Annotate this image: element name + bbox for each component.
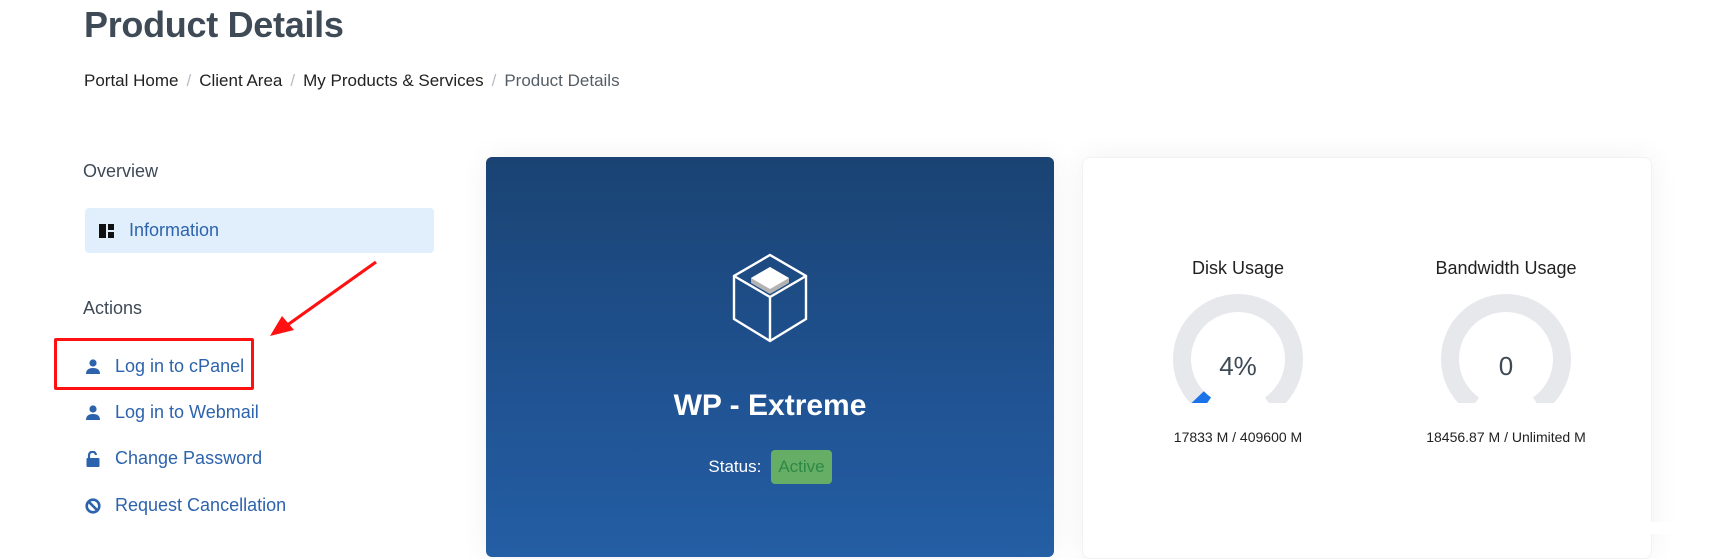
page-title: Product Details <box>84 4 344 45</box>
action-change-password[interactable]: Change Password <box>85 448 262 469</box>
sidebar-item-label: Information <box>129 220 220 240</box>
breadcrumb-separator: / <box>186 71 192 90</box>
action-request-cancellation[interactable]: Request Cancellation <box>85 495 286 516</box>
bandwidth-gauge-chart <box>1441 294 1571 403</box>
disk-usage-title: Disk Usage <box>1191 258 1285 278</box>
disk-gauge-chart <box>1173 294 1303 403</box>
breadcrumb-product-details: Product Details <box>504 71 620 90</box>
bandwidth-usage-gauge: Bandwidth Usage 0 18456.87 M / Unlimited… <box>1386 258 1626 445</box>
cube-icon <box>732 253 808 343</box>
breadcrumb-separator: / <box>290 71 296 90</box>
bandwidth-usage-detail: 18456.87 M / Unlimited M <box>1426 429 1586 445</box>
bottom-panel-edge <box>1420 522 1709 534</box>
action-label: Log in to Webmail <box>115 402 259 422</box>
breadcrumb: Portal Home / Client Area / My Products … <box>84 71 620 91</box>
breadcrumb-client-area[interactable]: Client Area <box>199 71 282 91</box>
actions-heading: Actions <box>83 298 143 318</box>
status-row: Status: Active <box>486 450 1054 484</box>
overview-heading: Overview <box>83 161 159 181</box>
product-card: WP - Extreme Status: Active <box>486 157 1054 557</box>
disk-usage-detail: 17833 M / 409600 M <box>1173 429 1303 445</box>
bandwidth-usage-value: 0 <box>1498 351 1514 381</box>
dashboard-icon <box>99 223 115 239</box>
breadcrumb-separator: / <box>491 71 497 90</box>
annotation-highlight-box <box>54 338 254 390</box>
status-label: Status: <box>708 457 762 476</box>
ban-icon <box>85 497 101 514</box>
product-name: WP - Extreme <box>673 389 867 422</box>
user-icon <box>85 404 101 421</box>
action-label: Request Cancellation <box>115 495 287 515</box>
breadcrumb-my-products[interactable]: My Products & Services <box>303 71 483 91</box>
disk-usage-gauge: Disk Usage 4% 17833 M / 409600 M <box>1118 258 1358 445</box>
usage-card: Disk Usage 4% 17833 M / 409600 M Bandwid… <box>1082 157 1652 559</box>
disk-usage-value: 4% <box>1219 351 1257 381</box>
unlock-icon <box>85 450 101 467</box>
breadcrumb-portal-home[interactable]: Portal Home <box>84 71 178 91</box>
status-badge: Active <box>771 450 832 484</box>
annotation-arrow-icon <box>270 260 377 336</box>
sidebar-item-information[interactable]: Information <box>85 208 434 253</box>
disk-gauge-fill <box>1191 391 1212 403</box>
action-label: Change Password <box>115 448 263 468</box>
action-login-webmail[interactable]: Log in to Webmail <box>85 402 259 423</box>
bandwidth-usage-title: Bandwidth Usage <box>1435 258 1577 278</box>
